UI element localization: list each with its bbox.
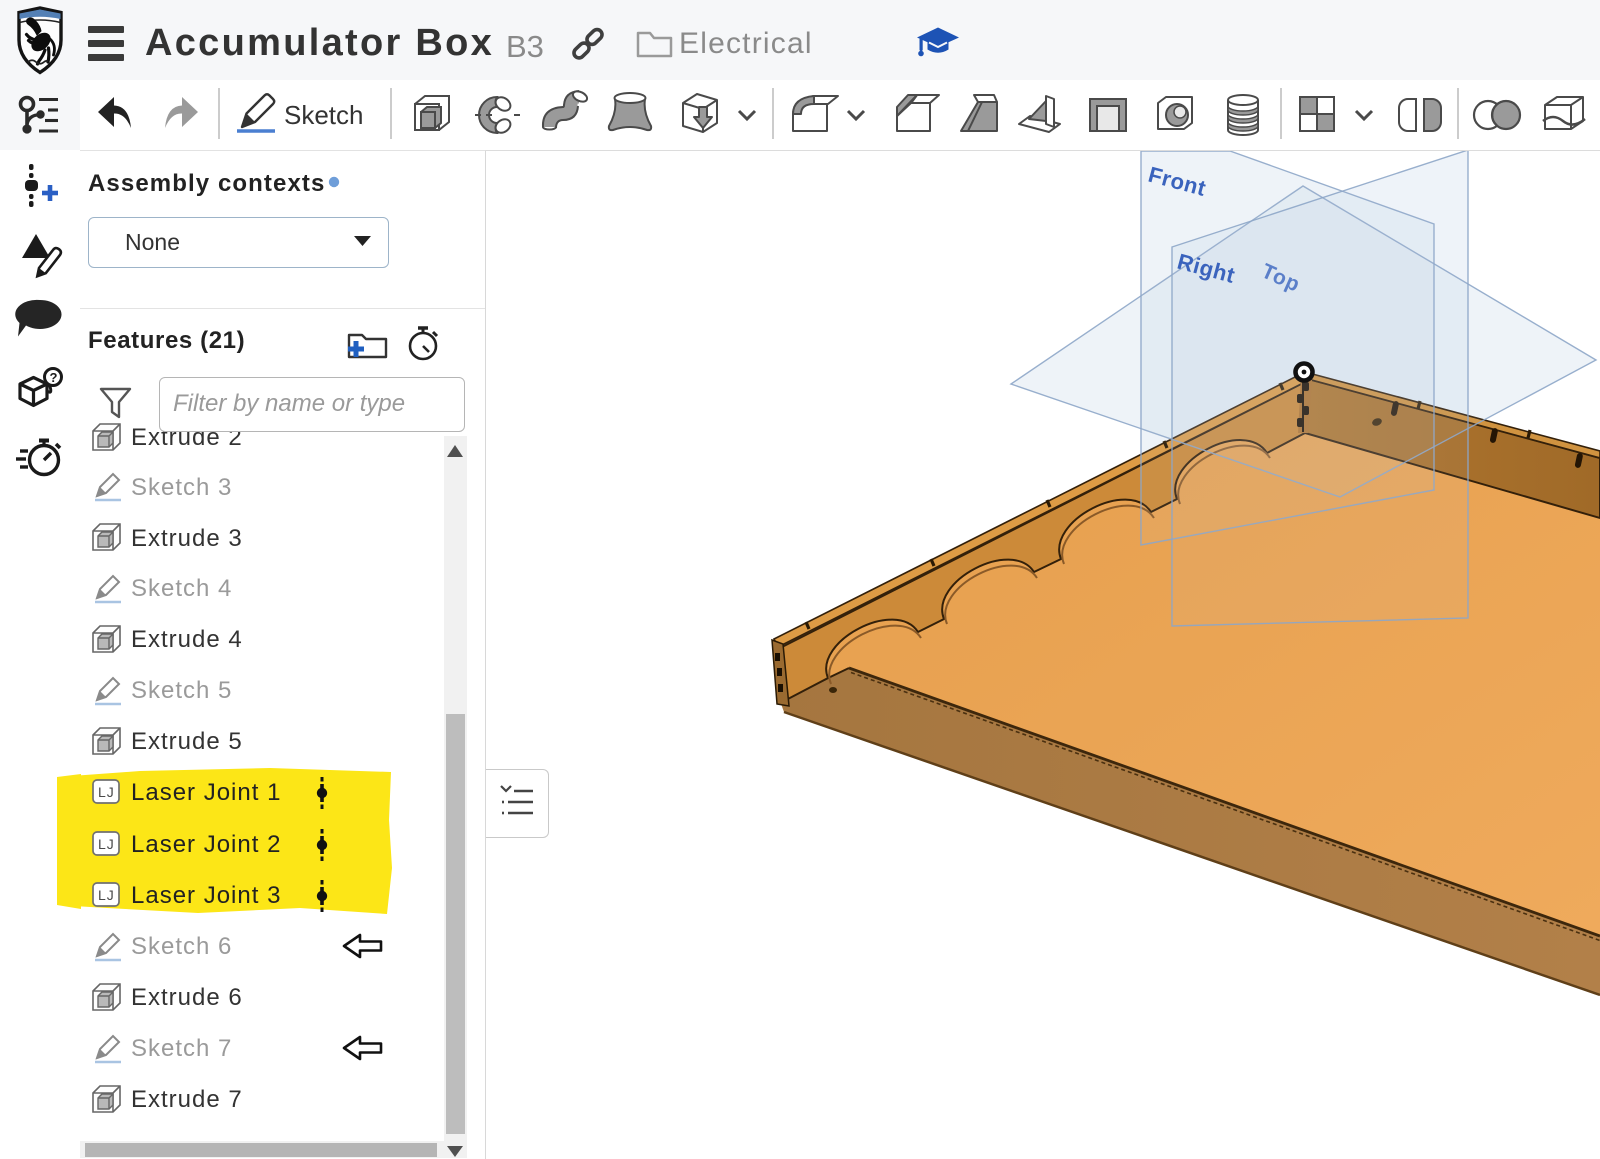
svg-text:Laser Joint 2: Laser Joint 2 (131, 831, 281, 858)
svg-text:Extrude 7: Extrude 7 (131, 1086, 243, 1113)
svg-text:Extrude 4: Extrude 4 (131, 626, 243, 653)
svg-text:Sketch 5: Sketch 5 (131, 677, 232, 704)
svg-text:Laser Joint 1: Laser Joint 1 (131, 779, 281, 806)
svg-text:?: ? (50, 370, 58, 385)
svg-text:Extrude 3: Extrude 3 (131, 525, 243, 552)
svg-text:Extrude 5: Extrude 5 (131, 728, 243, 755)
svg-text:Sketch 3: Sketch 3 (131, 474, 232, 501)
svg-text:Laser Joint 3: Laser Joint 3 (131, 882, 281, 909)
svg-text:Sketch: Sketch (284, 100, 364, 130)
svg-text:Sketch 6: Sketch 6 (131, 933, 232, 960)
svg-text:Extrude 6: Extrude 6 (131, 984, 243, 1011)
svg-text:Sketch 7: Sketch 7 (131, 1035, 232, 1062)
svg-text:Sketch 4: Sketch 4 (131, 575, 232, 602)
